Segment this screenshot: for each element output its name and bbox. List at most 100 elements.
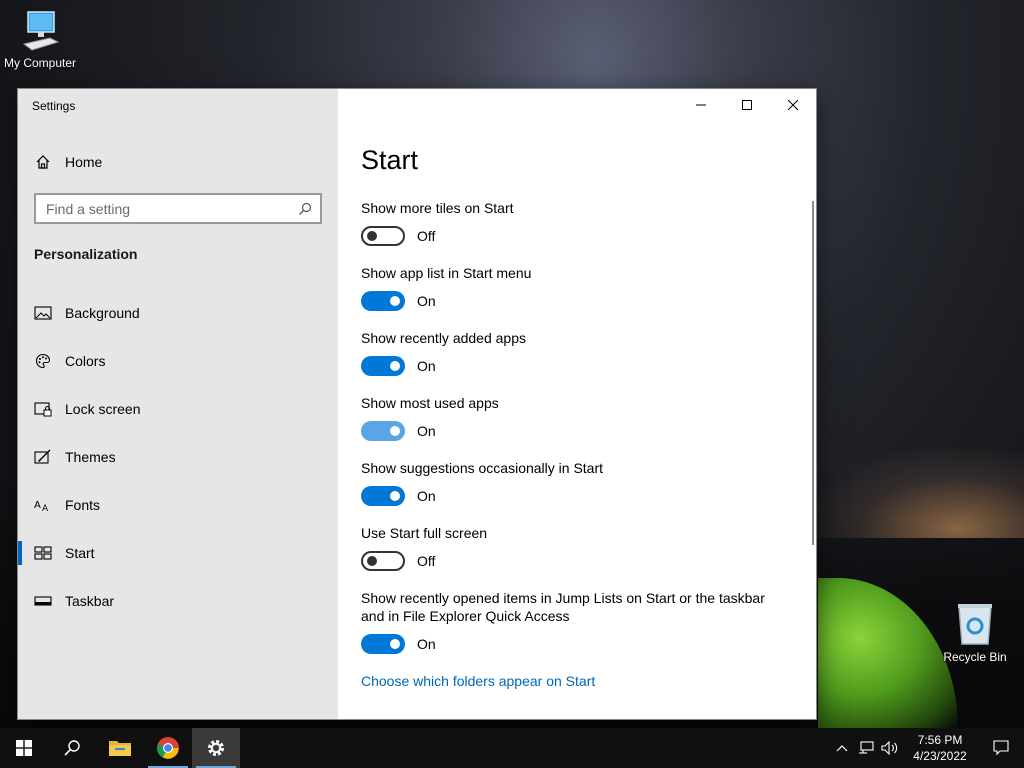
full-screen-toggle[interactable]: [361, 551, 405, 571]
toggle-state: Off: [417, 553, 436, 569]
setting-label: Show suggestions occasionally in Start: [361, 460, 604, 476]
taskbar-file-explorer[interactable]: [96, 728, 144, 768]
sidebar-item-label: Colors: [65, 353, 106, 369]
setting-full-screen: Use Start full screen Off: [361, 524, 791, 578]
sidebar-nav: Background Colors Lock screen Themes A A…: [18, 289, 338, 625]
search-box[interactable]: [34, 193, 322, 224]
sidebar-item-label: Start: [65, 545, 95, 561]
page-title: Start: [361, 145, 419, 175]
sidebar-item-label: Themes: [65, 449, 116, 465]
minimize-icon: [696, 104, 706, 106]
window-title: Settings: [32, 99, 76, 113]
search-icon[interactable]: [298, 202, 312, 216]
sidebar-item-label: Taskbar: [65, 593, 115, 609]
desktop-icon-label: Recycle Bin: [943, 650, 1007, 664]
main-pane: Start Show more tiles on Start Off Show …: [338, 89, 816, 719]
sidebar-item-themes[interactable]: Themes: [18, 433, 338, 481]
close-button[interactable]: [770, 89, 816, 121]
setting-label: Show recently opened items in Jump Lists…: [361, 590, 765, 624]
toggle-state: On: [417, 488, 436, 504]
sidebar-item-start[interactable]: Start: [18, 529, 338, 577]
choose-folders-link[interactable]: Choose which folders appear on Start: [361, 673, 595, 689]
sidebar-item-lock-screen[interactable]: Lock screen: [18, 385, 338, 433]
most-used-toggle[interactable]: [361, 421, 405, 441]
image-icon: [34, 304, 52, 322]
gear-icon: [208, 740, 224, 756]
start-layout-icon: [34, 544, 52, 562]
folder-icon: [109, 741, 131, 756]
toggle-knob: [390, 639, 400, 649]
more-tiles-toggle[interactable]: [361, 226, 405, 246]
home-icon: [36, 155, 50, 169]
recently-added-toggle[interactable]: [361, 356, 405, 376]
action-center-button[interactable]: [978, 728, 1024, 768]
desktop-icon-recycle-bin[interactable]: Recycle Bin: [935, 602, 1015, 664]
setting-recently-added: Show recently added apps On: [361, 329, 791, 383]
svg-text:A: A: [42, 504, 49, 513]
desktop-wallpaper-horizon: [804, 448, 1024, 538]
minimize-button[interactable]: [678, 89, 724, 121]
toggle-state: Off: [417, 228, 436, 244]
svg-text:A: A: [34, 500, 41, 511]
section-title: Personalization: [34, 246, 138, 262]
clock-time: 7:56 PM: [917, 733, 963, 747]
sidebar-item-background[interactable]: Background: [18, 289, 338, 337]
window-controls: [678, 89, 816, 121]
search-input[interactable]: [46, 200, 286, 217]
recycle-bin-icon: [958, 604, 992, 645]
start-button[interactable]: [0, 728, 48, 768]
toggle-knob: [390, 296, 400, 306]
maximize-button[interactable]: [724, 89, 770, 121]
close-icon: [787, 99, 799, 111]
themes-icon: [34, 448, 52, 466]
network-icon: [859, 741, 874, 754]
suggestions-toggle[interactable]: [361, 486, 405, 506]
speaker-icon: [881, 741, 898, 755]
sidebar: Settings Home Personalization Background: [18, 89, 338, 719]
lock-screen-icon: [34, 400, 52, 418]
computer-icon: [22, 11, 60, 51]
toggle-knob: [390, 426, 400, 436]
sidebar-item-fonts[interactable]: AA Fonts: [18, 481, 338, 529]
network-button[interactable]: [854, 728, 878, 768]
toggle-state: On: [417, 293, 436, 309]
app-list-toggle[interactable]: [361, 291, 405, 311]
sidebar-item-label: Fonts: [65, 497, 101, 513]
home-nav-item[interactable]: Home: [18, 147, 338, 177]
setting-label: Show most used apps: [361, 395, 499, 411]
taskbar-chrome[interactable]: [144, 728, 192, 768]
taskbar-icon: [34, 592, 52, 610]
clock-date: 4/23/2022: [913, 749, 967, 763]
volume-button[interactable]: [878, 728, 902, 768]
chrome-icon: [157, 737, 179, 759]
taskbar-search-button[interactable]: [48, 728, 96, 768]
jump-lists-toggle[interactable]: [361, 634, 405, 654]
toggle-knob: [367, 556, 377, 566]
show-hidden-icons-button[interactable]: [830, 728, 854, 768]
clock[interactable]: 7:56 PM 4/23/2022: [902, 732, 978, 764]
home-label: Home: [65, 154, 103, 170]
setting-label: Use Start full screen: [361, 525, 488, 541]
settings-window: Settings Home Personalization Background: [17, 88, 817, 720]
setting-suggestions: Show suggestions occasionally in Start O…: [361, 459, 791, 513]
setting-most-used: Show most used apps On: [361, 394, 791, 448]
desktop-icon-my-computer[interactable]: My Computer: [0, 10, 80, 70]
setting-app-list: Show app list in Start menu On: [361, 264, 791, 318]
toggle-state: On: [417, 358, 436, 374]
desktop-icon-label: My Computer: [3, 56, 77, 70]
fonts-icon: AA: [34, 496, 52, 514]
toggle-state: On: [417, 423, 436, 439]
taskbar-settings[interactable]: [192, 728, 240, 768]
palette-icon: [34, 352, 52, 370]
system-tray: 7:56 PM 4/23/2022: [830, 728, 1024, 768]
setting-label: Show more tiles on Start: [361, 200, 514, 216]
toggle-knob: [390, 361, 400, 371]
scrollbar[interactable]: [812, 201, 814, 545]
sidebar-item-colors[interactable]: Colors: [18, 337, 338, 385]
sidebar-item-taskbar[interactable]: Taskbar: [18, 577, 338, 625]
notification-icon: [993, 740, 1009, 756]
sidebar-item-label: Background: [65, 305, 140, 321]
setting-label: Show app list in Start menu: [361, 265, 532, 281]
setting-jump-lists: Show recently opened items in Jump Lists…: [361, 589, 791, 661]
setting-label: Show recently added apps: [361, 330, 526, 346]
